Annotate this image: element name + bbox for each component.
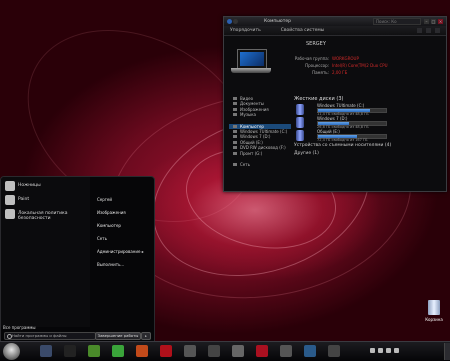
recycle-bin-label: Корзина <box>425 317 443 322</box>
back-arrow-icon[interactable] <box>227 19 232 24</box>
volume-icon[interactable] <box>386 348 391 353</box>
command-bar: Упорядочить Свойства системы <box>224 26 446 36</box>
search-input[interactable]: Найти программы и файлы <box>4 332 96 340</box>
removable-group-header[interactable]: Устройства со съемными носителями (4) <box>294 142 444 150</box>
forward-arrow-icon[interactable] <box>233 19 238 24</box>
maximize-icon[interactable]: □ <box>431 19 436 24</box>
computer-name: SERGEY <box>306 41 326 47</box>
nav-item-drive-g[interactable]: Промт (G:) <box>229 151 291 156</box>
recycle-bin-icon <box>428 300 440 315</box>
start-button[interactable] <box>3 343 20 360</box>
all-programs-link[interactable]: Все программы <box>3 325 36 330</box>
taskbar <box>0 341 450 361</box>
hdd-group-header[interactable]: Жесткие диски (3) <box>294 96 444 103</box>
other-group-header[interactable]: Другие (1) <box>294 150 444 158</box>
recycle-bin[interactable]: Корзина <box>424 300 444 322</box>
hard-drive-icon <box>296 104 304 115</box>
help-icon[interactable] <box>435 28 440 33</box>
laptop-icon <box>231 49 271 76</box>
link-user[interactable]: Сергей <box>97 197 112 202</box>
program-item-security-policy[interactable]: Локальная политика безопасности <box>1 208 90 222</box>
paint-icon <box>5 195 15 205</box>
app-taskbar-icon-1[interactable] <box>184 345 196 357</box>
media-player-taskbar-icon[interactable] <box>64 345 76 357</box>
link-run[interactable]: Выполнить... <box>97 262 124 267</box>
shutdown-options-button[interactable]: ▸ <box>141 332 151 340</box>
drive-item[interactable]: Общий (E:) 72,4 ГБ свободно из 167 ГБ <box>294 129 444 142</box>
app-taskbar-icon-4[interactable] <box>280 345 292 357</box>
scissors-icon <box>5 181 15 191</box>
navigation-pane: Видео Документы Изображения Музыка Компь… <box>229 96 291 190</box>
info-row-memory: Память: 2,00 ГБ <box>312 70 348 75</box>
policy-icon <box>5 209 15 219</box>
title-bar[interactable]: Компьютер Поиск: Ко – □ × <box>224 17 446 26</box>
program-item-paint[interactable]: Paint <box>1 194 90 208</box>
arrow-up-icon[interactable] <box>370 348 375 353</box>
program-item-snipping-tool[interactable]: Ножницы <box>1 180 90 194</box>
system-tray <box>370 348 399 353</box>
hard-drive-icon <box>296 117 304 128</box>
explorer-window[interactable]: Компьютер Поиск: Ко – □ × Упорядочить Св… <box>223 16 447 192</box>
link-computer[interactable]: Компьютер <box>97 223 121 228</box>
close-icon[interactable]: × <box>438 19 443 24</box>
link-pictures[interactable]: Изображения <box>97 210 126 215</box>
system-properties-button[interactable]: Свойства системы <box>281 28 325 33</box>
explorer-taskbar-icon[interactable] <box>40 345 52 357</box>
pinned-programs: Ножницы Paint Локальная политика безопас… <box>1 177 90 327</box>
window-title: Компьютер <box>264 19 291 24</box>
nav-item-music[interactable]: Музыка <box>229 112 291 117</box>
info-row-processor: Процессор: Intel(R) Core(TM)2 Duo CPU <box>305 63 388 68</box>
hard-drive-icon <box>296 130 304 141</box>
submenu-arrow-icon: ▸ <box>141 249 144 254</box>
minimize-icon[interactable]: – <box>424 19 429 24</box>
utorrent-taskbar-icon[interactable] <box>112 345 124 357</box>
computer-info-panel: SERGEY Рабочая группа: WORKGROUP Процессо… <box>224 36 446 92</box>
shutdown-button[interactable]: Завершение работы <box>95 332 141 340</box>
link-administration[interactable]: Администрирование ▸ <box>97 249 144 254</box>
firefox-taskbar-icon[interactable] <box>136 345 148 357</box>
nav-item-network[interactable]: Сеть <box>229 162 291 167</box>
start-menu-links: Сергей Изображения Компьютер Сеть Админи… <box>91 177 154 342</box>
app-taskbar-icon-6[interactable] <box>328 345 340 357</box>
drive-item[interactable]: Windows 7 (D:) 26,8 ГБ свободно из 48,8 … <box>294 116 444 129</box>
drive-item[interactable]: Windows 7Ultimate (C:) 11,4 ГБ свободно … <box>294 103 444 116</box>
chrome-taskbar-icon[interactable] <box>88 345 100 357</box>
info-row-workgroup: Рабочая группа: WORKGROUP <box>294 56 359 61</box>
flag-icon[interactable] <box>394 348 399 353</box>
drives-content: Жесткие диски (3) Windows 7Ultimate (C:)… <box>294 96 444 190</box>
search-input[interactable]: Поиск: Ко <box>373 18 421 25</box>
preview-pane-icon[interactable] <box>426 28 431 33</box>
start-menu: Ножницы Paint Локальная политика безопас… <box>0 176 155 343</box>
opera-taskbar-icon[interactable] <box>160 345 172 357</box>
organize-button[interactable]: Упорядочить <box>230 28 261 33</box>
app-taskbar-icon-2[interactable] <box>208 345 220 357</box>
network-icon[interactable] <box>378 348 383 353</box>
app-taskbar-icon-5[interactable] <box>304 345 316 357</box>
res-taskbar-icon[interactable] <box>256 345 268 357</box>
show-desktop-button[interactable] <box>444 343 450 360</box>
app-taskbar-icon-3[interactable] <box>232 345 244 357</box>
link-network[interactable]: Сеть <box>97 236 107 241</box>
view-options-icon[interactable] <box>417 28 422 33</box>
